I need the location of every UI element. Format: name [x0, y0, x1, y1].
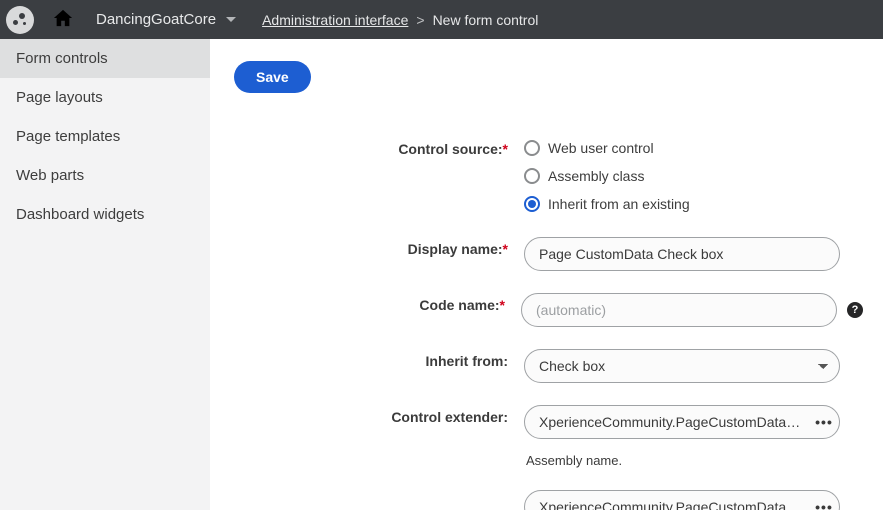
- assembly-name-picker[interactable]: XperienceCommunity.PageCustomDataCon... …: [524, 405, 840, 439]
- breadcrumb-current: New form control: [433, 12, 539, 28]
- assembly-name-value: XperienceCommunity.PageCustomDataCon...: [525, 414, 809, 430]
- sidebar-item-dashboard-widgets[interactable]: Dashboard widgets: [0, 195, 210, 234]
- app-logo[interactable]: [6, 6, 34, 34]
- home-icon[interactable]: [40, 8, 80, 31]
- breadcrumb-parent-link[interactable]: Administration interface: [262, 12, 408, 28]
- top-bar: DancingGoatCore Administration interface…: [0, 0, 883, 39]
- sidebar-item-page-layouts[interactable]: Page layouts: [0, 78, 210, 117]
- inherit-from-select[interactable]: Check box: [524, 349, 840, 383]
- assembly-name-sublabel: Assembly name.: [526, 453, 863, 468]
- radio-assembly-class[interactable]: Assembly class: [524, 165, 863, 187]
- code-name-label: Code name:*: [234, 293, 521, 313]
- sidebar-item-form-controls[interactable]: Form controls: [0, 39, 210, 78]
- chevron-down-icon: [226, 17, 236, 22]
- brand-dropdown[interactable]: DancingGoatCore: [86, 11, 242, 28]
- control-extender-label: Control extender:: [234, 405, 524, 425]
- brand-name: DancingGoatCore: [96, 11, 216, 28]
- class-name-value: XperienceCommunity.PageCustomDataCon...: [525, 499, 809, 510]
- breadcrumb: Administration interface > New form cont…: [248, 12, 538, 28]
- radio-web-user-control[interactable]: Web user control: [524, 137, 863, 159]
- display-name-label: Display name:*: [234, 237, 524, 257]
- class-name-picker[interactable]: XperienceCommunity.PageCustomDataCon... …: [524, 490, 840, 510]
- help-icon[interactable]: ?: [847, 302, 863, 318]
- inherit-from-label: Inherit from:: [234, 349, 524, 369]
- radio-inherit-existing[interactable]: Inherit from an existing: [524, 193, 863, 215]
- control-source-label: Control source:*: [234, 137, 524, 157]
- display-name-input[interactable]: [524, 237, 840, 271]
- breadcrumb-separator: >: [416, 12, 424, 28]
- class-browse-icon[interactable]: •••: [809, 491, 839, 510]
- assembly-browse-icon[interactable]: •••: [809, 406, 839, 438]
- main-content: Save Control source:* Web user control A…: [210, 39, 883, 510]
- sidebar: Form controls Page layouts Page template…: [0, 39, 210, 510]
- save-button[interactable]: Save: [234, 61, 311, 93]
- code-name-input[interactable]: [521, 293, 837, 327]
- sidebar-item-page-templates[interactable]: Page templates: [0, 117, 210, 156]
- sidebar-item-web-parts[interactable]: Web parts: [0, 156, 210, 195]
